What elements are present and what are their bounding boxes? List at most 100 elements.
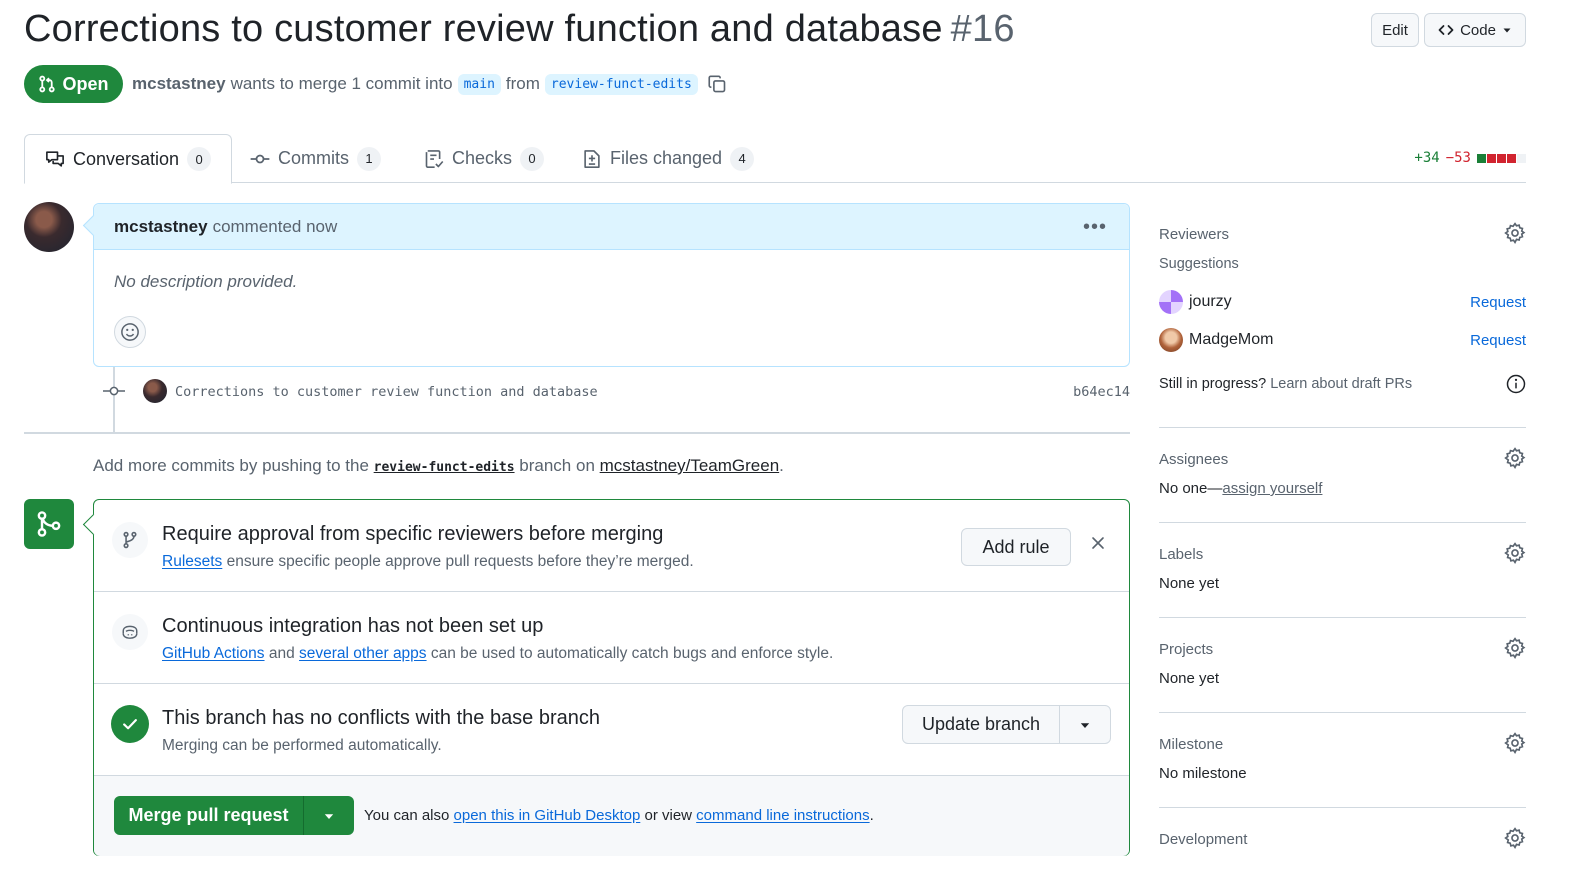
assign-yourself-link[interactable]: assign yourself: [1222, 480, 1322, 497]
git-branch-icon: [112, 522, 148, 558]
add-rule-button[interactable]: Add rule: [961, 528, 1071, 566]
file-diff-icon: [582, 149, 602, 169]
sidebar-title: Milestone: [1159, 735, 1224, 753]
comment-body: No description provided.: [114, 272, 298, 291]
ci-sub-text: can be used to automatically catch bugs …: [430, 645, 834, 662]
edit-button[interactable]: Edit: [1371, 13, 1419, 47]
merge-pull-request-button[interactable]: Merge pull request: [114, 796, 304, 835]
tab-files-changed[interactable]: Files changed 4: [582, 134, 755, 183]
pr-subtitle: mcstastney wants to merge 1 commit into …: [132, 70, 727, 98]
conflicts-subtitle: Merging can be performed automatically.: [162, 737, 442, 754]
comment-discussion-icon: [45, 149, 65, 169]
push-hint: Add more commits by pushing to the revie…: [93, 456, 784, 476]
github-desktop-link[interactable]: open this in GitHub Desktop: [454, 807, 641, 824]
draft-link[interactable]: Learn about draft PRs: [1270, 376, 1412, 392]
milestone-heading: Milestone: [1159, 732, 1526, 756]
sidebar-divider: [1159, 617, 1526, 618]
tab-label: Checks: [452, 148, 513, 168]
merge-button-group: Merge pull request: [114, 796, 354, 835]
commit-message[interactable]: Corrections to customer review function …: [175, 384, 598, 400]
comment-action: commented now: [212, 216, 338, 236]
gear-icon[interactable]: [1504, 542, 1526, 564]
tab-commits[interactable]: Commits 1: [250, 134, 381, 183]
timeline-divider: [24, 432, 1130, 434]
author-link[interactable]: mcstastney: [132, 74, 226, 94]
sidebar-assignees: Assignees No one—assign yourself: [1159, 447, 1526, 507]
tab-counter: 1: [357, 146, 381, 171]
foot-mid: or view: [644, 807, 692, 824]
command-line-link[interactable]: command line instructions: [696, 807, 869, 824]
ruleset-sub-text: ensure specific people approve pull requ…: [226, 553, 694, 570]
code-button[interactable]: Code: [1424, 13, 1526, 47]
commit-icon: [250, 149, 270, 169]
suggested-reviewer: jourzy Request: [1159, 287, 1526, 317]
head-branch[interactable]: review-funct-edits: [544, 73, 698, 95]
tab-counter: 0: [520, 146, 545, 171]
commit-icon: [103, 383, 125, 399]
diffstat: +34 −53: [1414, 150, 1526, 166]
checklist-icon: [424, 149, 444, 169]
suggested-reviewer: MadgeMom Request: [1159, 325, 1526, 355]
comment-header: mcstastney commented now •••: [94, 204, 1129, 250]
request-review-button[interactable]: Request: [1470, 332, 1526, 349]
gear-icon[interactable]: [1504, 637, 1526, 659]
triangle-down-icon[interactable]: [1060, 706, 1110, 743]
sidebar-divider: [1159, 522, 1526, 523]
sidebar-divider: [1159, 807, 1526, 808]
gear-icon[interactable]: [1504, 447, 1526, 469]
gear-icon[interactable]: [1504, 827, 1526, 849]
ci-and: and: [268, 645, 295, 662]
labels-heading: Labels: [1159, 542, 1526, 566]
github-actions-link[interactable]: GitHub Actions: [162, 645, 265, 662]
reviewer-name[interactable]: jourzy: [1189, 293, 1232, 311]
ci-subtitle: GitHub Actions and several other apps ca…: [162, 645, 833, 663]
triangle-down-icon[interactable]: [304, 796, 354, 835]
tab-counter: 0: [187, 147, 212, 171]
sidebar-title: Projects: [1159, 640, 1214, 658]
check-icon: [111, 705, 149, 743]
tab-checks[interactable]: Checks 0: [424, 134, 545, 183]
other-apps-link[interactable]: several other apps: [299, 645, 427, 662]
hint-repo-link[interactable]: mcstastney/TeamGreen: [600, 456, 780, 475]
code-icon: [1438, 22, 1454, 38]
comment-author[interactable]: mcstastney: [114, 217, 208, 237]
x-icon[interactable]: [1090, 535, 1106, 551]
triangle-down-icon: [1502, 25, 1512, 35]
gear-icon[interactable]: [1504, 222, 1526, 244]
hint-middle: branch on: [519, 456, 595, 475]
diff-deletions: −53: [1445, 150, 1471, 166]
avatar[interactable]: [143, 379, 167, 403]
draft-hint: Still in progress? Learn about draft PRs: [1159, 374, 1526, 394]
reviewer-name[interactable]: MadgeMom: [1189, 331, 1273, 349]
tab-conversation[interactable]: Conversation 0: [24, 134, 233, 184]
ci-title: Continuous integration has not been set …: [162, 615, 544, 637]
kebab-horizontal-icon[interactable]: •••: [1083, 216, 1107, 239]
tab-label: Commits: [278, 148, 349, 168]
merge-text: wants to merge 1 commit into: [230, 74, 453, 93]
pull-request-icon: [38, 75, 56, 93]
diff-additions: +34: [1414, 150, 1440, 166]
avatar[interactable]: [24, 202, 74, 252]
update-branch-button[interactable]: Update branch: [903, 706, 1060, 743]
info-icon[interactable]: [1506, 374, 1526, 394]
ruleset-section: Require approval from specific reviewers…: [94, 500, 1129, 592]
sidebar-development: Development: [1159, 827, 1526, 855]
request-review-button[interactable]: Request: [1470, 294, 1526, 311]
sidebar-title: Reviewers: [1159, 225, 1230, 243]
tab-label: Conversation: [73, 148, 180, 169]
smiley-icon[interactable]: [114, 316, 146, 348]
base-branch[interactable]: main: [457, 73, 501, 95]
hint-branch[interactable]: review-funct-edits: [374, 460, 515, 475]
assignees-heading: Assignees: [1159, 447, 1526, 471]
tab-counter: 4: [730, 146, 755, 171]
rulesets-link[interactable]: Rulesets: [162, 553, 222, 570]
development-heading: Development: [1159, 827, 1526, 851]
ci-section: Continuous integration has not been set …: [94, 592, 1129, 684]
status-badge: Open: [24, 65, 123, 103]
merge-box: Require approval from specific reviewers…: [93, 499, 1130, 856]
diffstat-blocks: [1477, 153, 1526, 163]
labels-value: None yet: [1159, 575, 1220, 592]
commit-sha[interactable]: b64ec14: [1073, 384, 1130, 400]
gear-icon[interactable]: [1504, 732, 1526, 754]
copy-icon[interactable]: [707, 74, 727, 94]
